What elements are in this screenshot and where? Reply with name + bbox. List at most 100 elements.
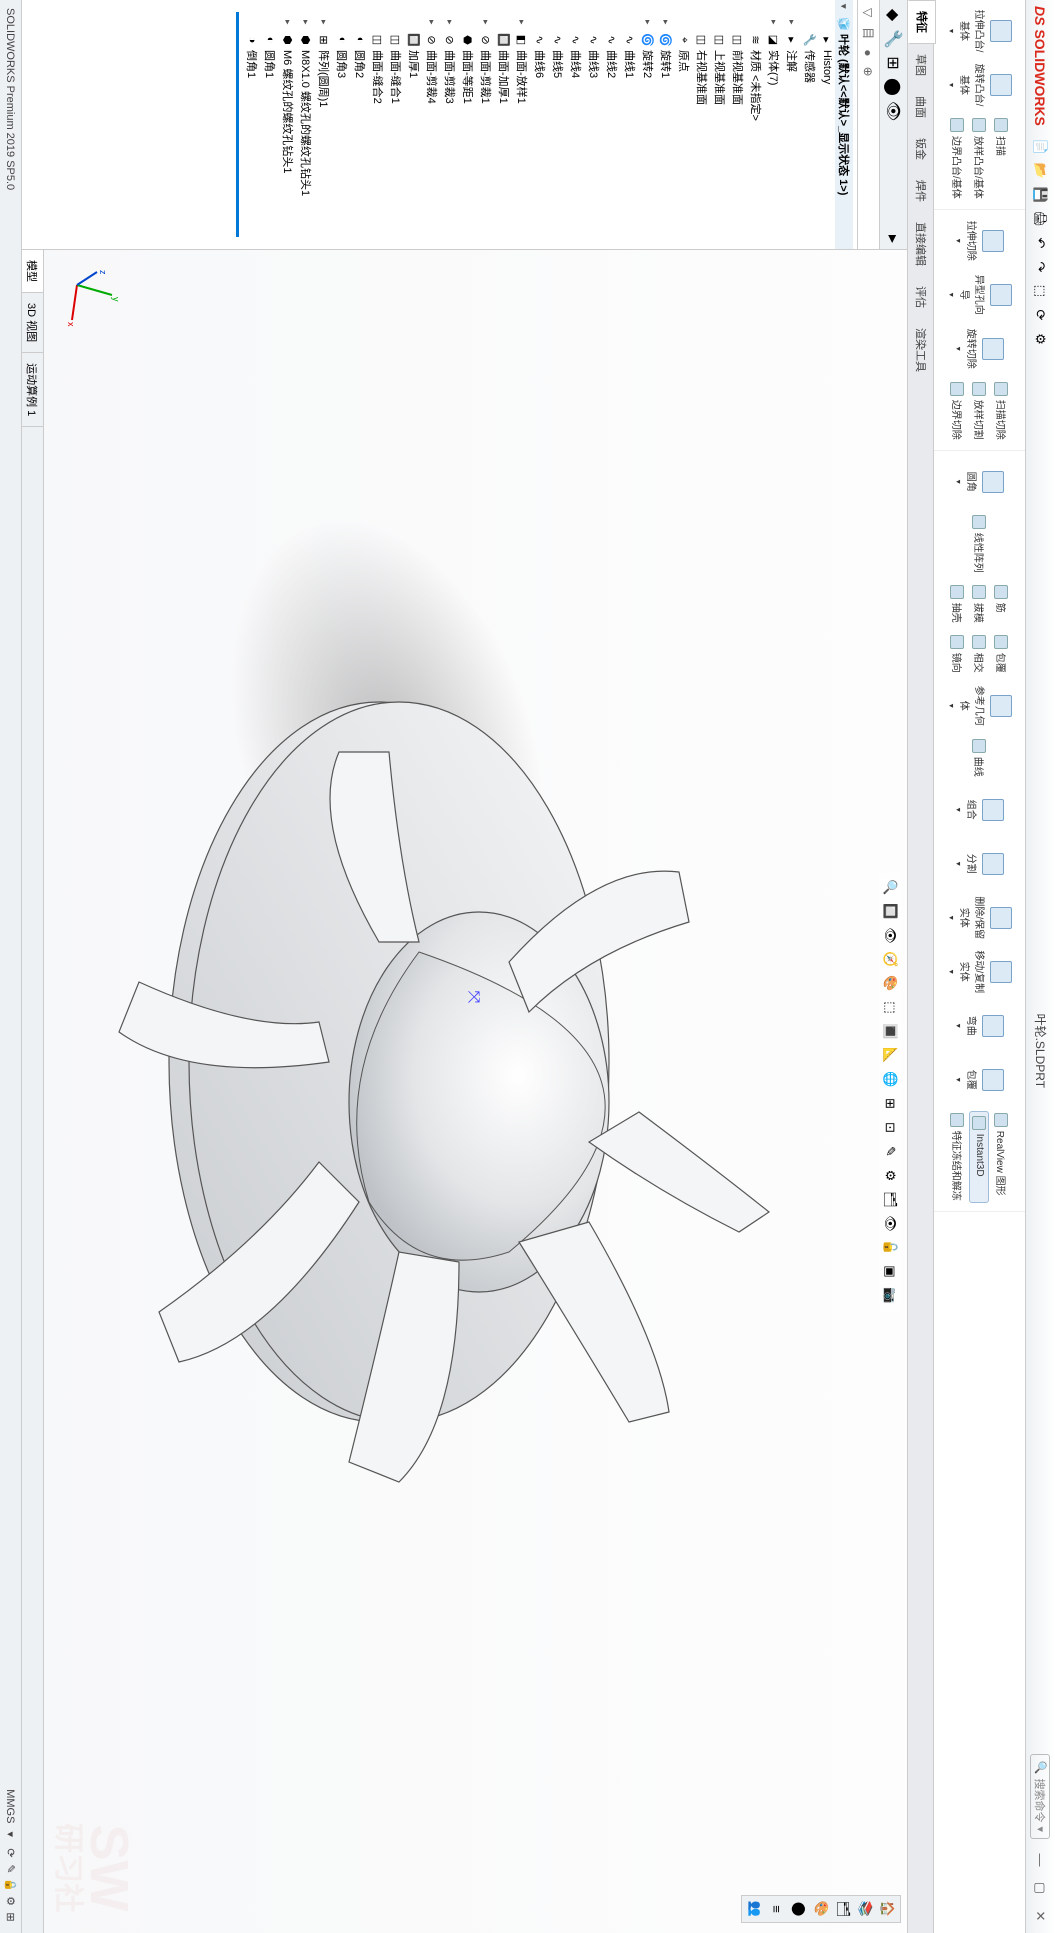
tree-item[interactable]: ▸≋材质 <未指定> bbox=[747, 0, 765, 249]
tree-item[interactable]: ▸⊞阵列(圆周)1 bbox=[315, 0, 333, 249]
ribbon-组合[interactable]: 组合▾ bbox=[938, 787, 1021, 833]
tree-item[interactable]: ▸◫曲面-缝合2 bbox=[369, 0, 387, 249]
bottom-tab-模型[interactable]: 模型 bbox=[22, 250, 44, 293]
panel-tab-DimXpertManager[interactable]: ⬤ bbox=[885, 78, 903, 96]
feature-tree[interactable]: ▾🧊叶轮 (默认<<默认>_显示状态 1>)▸▸History▸🔧传感器▸▸注解… bbox=[22, 0, 857, 249]
tree-item[interactable]: ▸◫前视基准面 bbox=[729, 0, 747, 249]
status-icon-2[interactable]: 🔒 bbox=[3, 1877, 19, 1893]
ribbon-拉伸凸台/基体[interactable]: 拉伸凸台/基体▾ bbox=[938, 8, 1021, 54]
status-icon-3[interactable]: ⚙ bbox=[3, 1893, 19, 1909]
heads-up-0-icon[interactable]: 🔍 bbox=[881, 879, 899, 897]
rollback-bar[interactable] bbox=[236, 12, 239, 237]
tree-item[interactable]: ▸◪实体(7) bbox=[765, 0, 783, 249]
heads-up-12-icon[interactable]: ⚙ bbox=[881, 1167, 899, 1185]
tree-item[interactable]: ▸∿曲线1 bbox=[621, 0, 639, 249]
heads-up-6-icon[interactable]: 🔳 bbox=[881, 1023, 899, 1041]
ribbon-tab-曲面[interactable]: 曲面 bbox=[908, 86, 934, 128]
ribbon-旋转凸台/基体[interactable]: 旋转凸台/基体▾ bbox=[938, 62, 1021, 108]
maximize-button[interactable]: ▢ bbox=[1033, 1877, 1049, 1899]
task-pane-custom-props-icon[interactable]: ≡ bbox=[768, 1900, 786, 1918]
tree-item[interactable]: ▸🌀旋转2 bbox=[639, 0, 657, 249]
tree-item[interactable]: ▸◐圆角2 bbox=[351, 0, 369, 249]
qat-打开[interactable]: 📂 bbox=[1032, 162, 1050, 180]
panel-config-0[interactable]: ▽ bbox=[862, 8, 876, 17]
tree-item[interactable]: ▸🌀旋转1 bbox=[657, 0, 675, 249]
bottom-tab-运动算例 1[interactable]: 运动算例 1 bbox=[22, 353, 44, 427]
tree-item[interactable]: ▸🔧传感器 bbox=[801, 0, 819, 249]
ribbon-扫描切除[interactable]: 扫描切除 bbox=[992, 380, 1012, 442]
ribbon-抽壳[interactable]: 抽壳 bbox=[948, 583, 968, 625]
tree-item[interactable]: ▸⊘曲面-剪裁1 bbox=[477, 0, 495, 249]
bottom-tab-3D 视图[interactable]: 3D 视图 bbox=[22, 293, 44, 353]
task-pane-view-palette-icon[interactable]: 🎨 bbox=[812, 1900, 830, 1918]
tree-item[interactable]: ▸◫曲面-缝合1 bbox=[387, 0, 405, 249]
tree-item[interactable]: ▸∿曲线6 bbox=[531, 0, 549, 249]
panel-config-2[interactable]: ● bbox=[862, 49, 876, 56]
tree-item[interactable]: ▸◑倒角1 bbox=[243, 0, 261, 249]
ribbon-边界切除[interactable]: 边界切除 bbox=[948, 380, 968, 442]
tree-item[interactable]: ▸⊘曲面-剪裁4 bbox=[423, 0, 441, 249]
tree-item[interactable]: ▸⬢M8X1.0 螺纹孔的螺纹孔钻头1 bbox=[297, 0, 315, 249]
ribbon-tab-评估[interactable]: 评估 bbox=[908, 276, 934, 318]
ribbon-线性阵列[interactable]: 线性阵列 bbox=[970, 513, 990, 575]
ribbon-分割[interactable]: 分割▾ bbox=[938, 841, 1021, 887]
ribbon-tab-草图[interactable]: 草图 bbox=[908, 44, 934, 86]
tree-item[interactable]: ▸◫右视基准面 bbox=[693, 0, 711, 249]
tree-root[interactable]: ▾🧊叶轮 (默认<<默认>_显示状态 1>) bbox=[835, 0, 853, 249]
ribbon-扫描[interactable]: 扫描 bbox=[992, 116, 1012, 201]
heads-up-3-icon[interactable]: 🧭 bbox=[881, 951, 899, 969]
ribbon-包覆[interactable]: 包覆 bbox=[992, 633, 1012, 675]
panel-tab-DisplayManager[interactable]: 👁 bbox=[885, 102, 903, 120]
ribbon-相交[interactable]: 相交 bbox=[970, 633, 990, 675]
ribbon-筋[interactable]: 筋 bbox=[992, 583, 1012, 625]
heads-up-5-icon[interactable]: ⬚ bbox=[881, 999, 899, 1017]
heads-up-17-icon[interactable]: 📷 bbox=[881, 1287, 899, 1305]
task-pane-design-library-icon[interactable]: 📚 bbox=[856, 1900, 874, 1918]
view-triad[interactable]: x y z bbox=[62, 270, 122, 330]
tree-item[interactable]: ▸⊘曲面-剪裁3 bbox=[441, 0, 459, 249]
heads-up-1-icon[interactable]: 🔲 bbox=[881, 903, 899, 921]
tree-item[interactable]: ▸◐圆角3 bbox=[333, 0, 351, 249]
ribbon-拔模[interactable]: 拔模 bbox=[970, 583, 990, 625]
qat-选项[interactable]: ⚙ bbox=[1032, 330, 1050, 348]
ribbon-RealView 图形[interactable]: RealView 图形 bbox=[992, 1111, 1012, 1203]
heads-up-15-icon[interactable]: 🔓 bbox=[881, 1239, 899, 1257]
heads-up-8-icon[interactable]: 🌐 bbox=[881, 1071, 899, 1089]
ribbon-移动/复制实体[interactable]: 移动/复制实体▾ bbox=[938, 949, 1021, 995]
heads-up-16-icon[interactable]: ▣ bbox=[881, 1263, 899, 1281]
ribbon-镜向[interactable]: 镜向 bbox=[948, 633, 968, 675]
panel-tab-FeatureManager[interactable]: ◆ bbox=[885, 6, 903, 24]
command-search[interactable]: 🔍 搜索命令 ▾ bbox=[1031, 1754, 1051, 1839]
status-icon-4[interactable]: ⊞ bbox=[3, 1909, 19, 1925]
ribbon-包覆[interactable]: 包覆▾ bbox=[938, 1057, 1021, 1103]
task-pane-forum-icon[interactable]: 👥 bbox=[746, 1900, 764, 1918]
tree-item[interactable]: ▸∿曲线3 bbox=[585, 0, 603, 249]
tree-item[interactable]: ▸∿曲线4 bbox=[567, 0, 585, 249]
heads-up-13-icon[interactable]: 🗂 bbox=[881, 1191, 899, 1209]
status-icon-1[interactable]: ✎ bbox=[3, 1861, 19, 1877]
heads-up-10-icon[interactable]: ⊡ bbox=[881, 1119, 899, 1137]
tree-item[interactable]: ▸◐圆角1 bbox=[261, 0, 279, 249]
ribbon-tab-焊件[interactable]: 焊件 bbox=[908, 170, 934, 212]
heads-up-11-icon[interactable]: ✎ bbox=[881, 1143, 899, 1161]
ribbon-放样切割[interactable]: 放样切割 bbox=[970, 380, 990, 442]
ribbon-Instant3D[interactable]: Instant3D bbox=[970, 1111, 990, 1203]
heads-up-14-icon[interactable]: 👁 bbox=[881, 1215, 899, 1233]
ribbon-圆角[interactable]: 圆角▾ bbox=[938, 459, 1021, 505]
tree-item[interactable]: ▸⌖原点 bbox=[675, 0, 693, 249]
qat-保存[interactable]: 💾 bbox=[1032, 186, 1050, 204]
ribbon-删除/保留实体[interactable]: 删除/保留实体▾ bbox=[938, 895, 1021, 941]
qat-打印[interactable]: 🖨 bbox=[1032, 210, 1050, 228]
panel-tab-ConfigurationManager[interactable]: ⊞ bbox=[885, 54, 903, 72]
heads-up-2-icon[interactable]: 👁 bbox=[881, 927, 899, 945]
close-button[interactable]: ✕ bbox=[1033, 1905, 1049, 1927]
task-pane-file-explorer-icon[interactable]: 🗂 bbox=[834, 1900, 852, 1918]
qat-选择[interactable]: ⬚ bbox=[1032, 282, 1050, 300]
panel-expand-icon[interactable]: ▸ bbox=[884, 235, 904, 243]
tree-item[interactable]: ▸◫上视基准面 bbox=[711, 0, 729, 249]
panel-config-3[interactable]: ⊕ bbox=[862, 67, 876, 77]
tree-item[interactable]: ▸🔲加厚1 bbox=[405, 0, 423, 249]
ribbon-旋转切除[interactable]: 旋转切除▾ bbox=[938, 326, 1021, 372]
ribbon-边界凸台/基体[interactable]: 边界凸台/基体 bbox=[948, 116, 968, 201]
tree-item[interactable]: ▸▸注解 bbox=[783, 0, 801, 249]
